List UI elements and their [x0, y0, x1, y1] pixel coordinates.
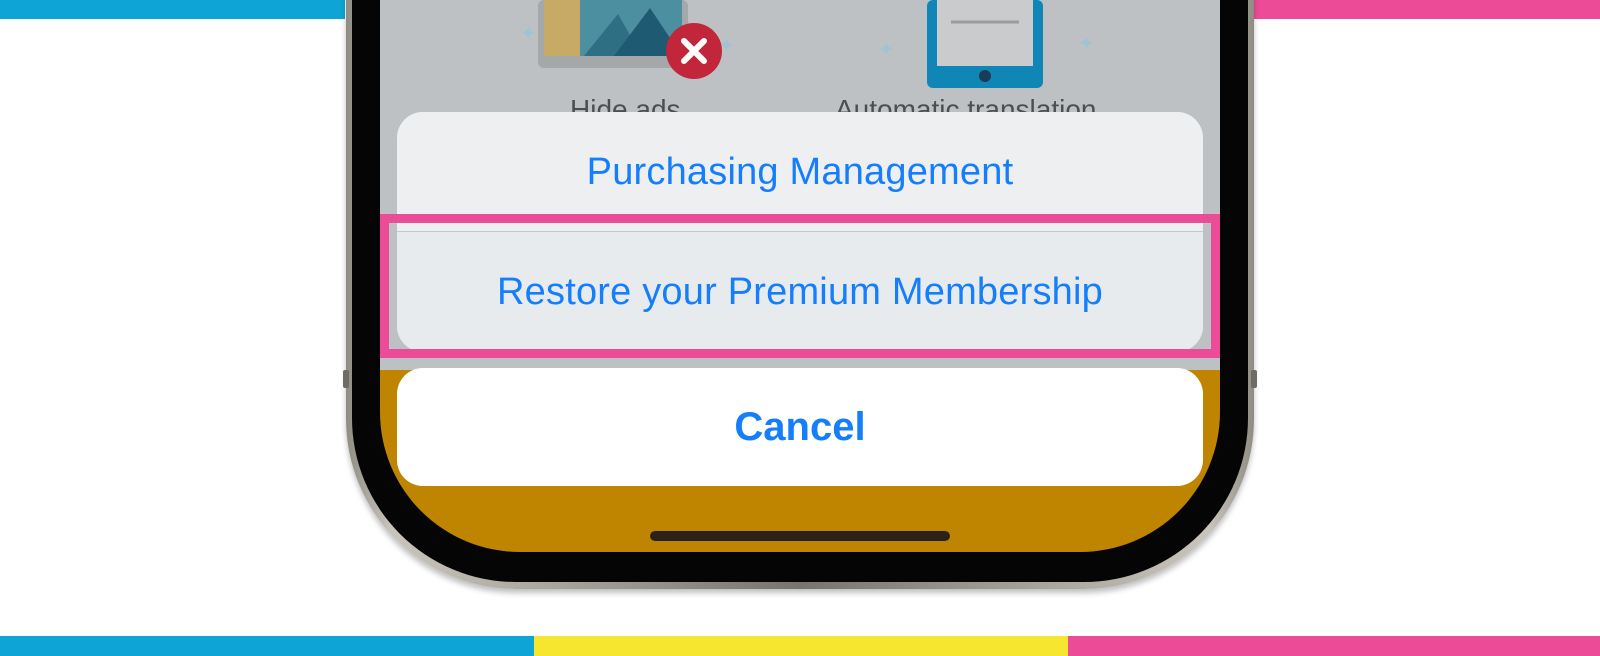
- bottom-stripe-pink: [1068, 636, 1600, 656]
- bottom-stripe-yellow: [534, 636, 1068, 656]
- home-indicator[interactable]: [650, 531, 950, 541]
- highlight-frame: [380, 214, 1220, 358]
- sparkle-icon: ✦: [520, 23, 537, 45]
- close-icon: [666, 23, 722, 79]
- feature-label-automatic-translation: Automatic translation: [835, 98, 1096, 112]
- background-feature-labels: Hide ads Automatic translation: [380, 98, 1220, 112]
- top-left-stripe: [0, 0, 345, 19]
- phone-side-button-right: [1251, 370, 1257, 388]
- feature-label-hide-ads: Hide ads: [570, 98, 681, 112]
- phone-side-button-left: [343, 370, 349, 388]
- sparkle-icon: ✦: [1078, 33, 1095, 55]
- sparkle-icon: ✦: [878, 39, 895, 61]
- cancel-button[interactable]: Cancel: [397, 368, 1203, 486]
- tablet-icon: [927, 0, 1043, 88]
- top-right-stripe: [1254, 0, 1600, 19]
- bottom-stripe-blue: [0, 636, 534, 656]
